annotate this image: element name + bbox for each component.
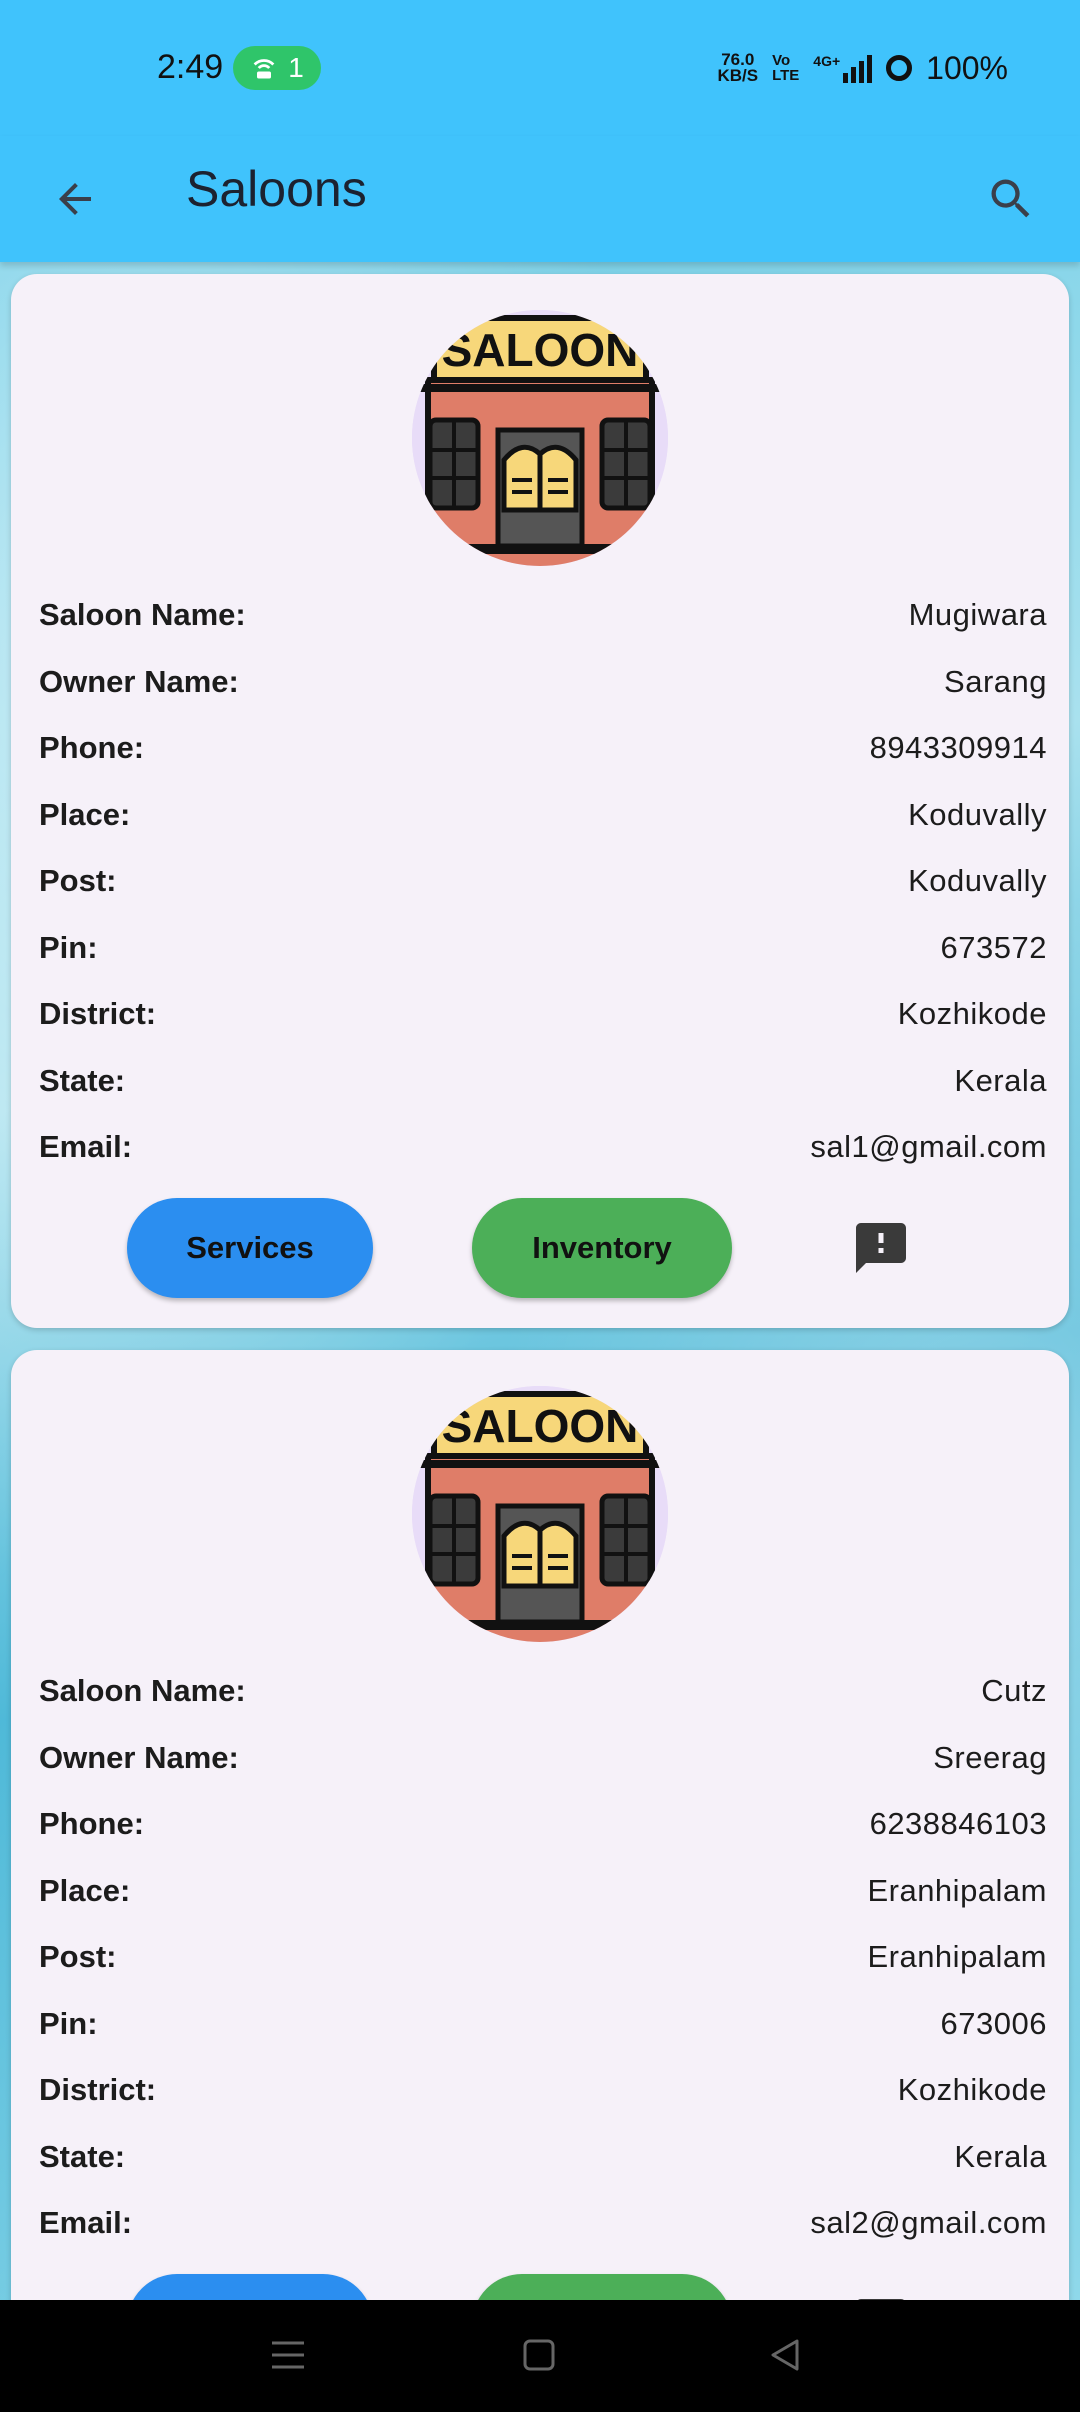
hotspot-indicator: 1 (233, 46, 321, 90)
network-speed: 76.0 KB/S (717, 50, 759, 85)
detail-row-district: District: Kozhikode (39, 996, 1047, 1032)
system-nav-bar (0, 2300, 1080, 2412)
detail-row-email: Email: sal2@gmail.com (39, 2205, 1047, 2241)
feedback-button[interactable] (851, 1218, 911, 1278)
battery-level: 100% (926, 49, 1008, 86)
status-bar: 2:49 1 76.0 KB/S Vo LTE 4G+ 100% (0, 0, 1080, 136)
saloon-details: Saloon Name: Cutz Owner Name: Sreerag Phon… (39, 1658, 1047, 2257)
services-button[interactable]: Services (127, 2274, 373, 2300)
status-icons: 76.0 KB/S Vo LTE 4G+ 100% (717, 48, 1008, 88)
battery-icon (886, 55, 913, 81)
page-title: Saloons (186, 161, 367, 217)
detail-row-post: Post: Koduvally (39, 863, 1047, 899)
saloon-card: SALOON Saloon Name: Mugiwara Owner Name:… (11, 274, 1069, 1328)
detail-row-district: District: Kozhikode (39, 2072, 1047, 2108)
home-square-icon (523, 2339, 555, 2371)
status-time: 2:49 (157, 48, 224, 86)
signal-icon: 4G+ (813, 53, 873, 83)
search-button[interactable] (978, 166, 1044, 232)
back-triangle-icon (771, 2339, 799, 2371)
app-bar: Saloons (0, 136, 1080, 262)
menu-icon (272, 2341, 304, 2369)
feedback-icon (856, 1223, 906, 1273)
detail-row-email: Email: sal1@gmail.com (39, 1129, 1047, 1165)
card-actions: Services Inventory (11, 1198, 1069, 1302)
detail-row-saloon-name: Saloon Name: Cutz (39, 1673, 1047, 1709)
detail-row-state: State: Kerala (39, 2138, 1047, 2174)
detail-row-state: State: Kerala (39, 1062, 1047, 1098)
hotspot-count: 1 (288, 52, 304, 83)
inventory-button[interactable]: Inventory (472, 1198, 732, 1298)
detail-row-post: Post: Eranhipalam (39, 1939, 1047, 1975)
saloon-details: Saloon Name: Mugiwara Owner Name: Sarang P… (39, 582, 1047, 1181)
detail-row-pin: Pin: 673572 (39, 929, 1047, 965)
back-button[interactable] (42, 166, 108, 232)
back-nav-button[interactable] (760, 2330, 810, 2380)
saloon-list[interactable]: SALOON Saloon Name: Mugiwara Owner Name:… (0, 262, 1080, 2300)
detail-row-pin: Pin: 673006 (39, 2005, 1047, 2041)
card-actions: Services Inventory (11, 2274, 1069, 2300)
svg-text:SALOON: SALOON (442, 324, 639, 376)
detail-row-place: Place: Eranhipalam (39, 1872, 1047, 1908)
detail-row-phone: Phone: 8943309914 (39, 730, 1047, 766)
detail-row-phone: Phone: 6238846103 (39, 1806, 1047, 1842)
recents-button[interactable] (263, 2330, 313, 2380)
saloon-building-icon: SALOON (412, 310, 668, 566)
saloon-building-icon: SALOON (412, 1386, 668, 1642)
detail-row-owner-name: Owner Name: Sarang (39, 663, 1047, 699)
detail-row-owner-name: Owner Name: Sreerag (39, 1739, 1047, 1775)
detail-row-saloon-name: Saloon Name: Mugiwara (39, 597, 1047, 633)
inventory-button[interactable]: Inventory (472, 2274, 732, 2300)
detail-row-place: Place: Koduvally (39, 796, 1047, 832)
services-button[interactable]: Services (127, 1198, 373, 1298)
saloon-card: SALOON Saloon Name: Cutz Owner Name: Sre… (11, 1350, 1069, 2300)
hotspot-icon (253, 59, 275, 79)
home-button[interactable] (514, 2330, 564, 2380)
network-type: 4G+ (813, 53, 841, 69)
search-icon (991, 179, 1030, 218)
arrow-back-icon (59, 183, 91, 215)
svg-text:SALOON: SALOON (442, 1400, 639, 1452)
volte-icon: Vo LTE (772, 52, 800, 84)
